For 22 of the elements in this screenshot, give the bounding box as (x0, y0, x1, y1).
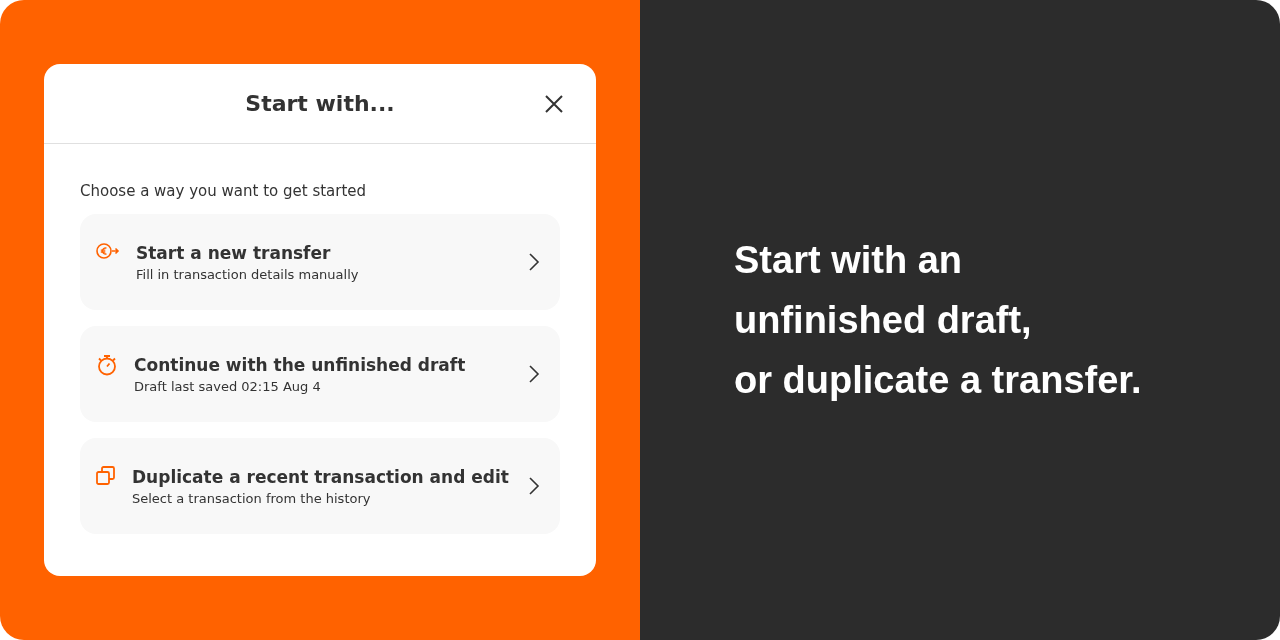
dialog-title: Start with... (245, 91, 395, 116)
option-card[interactable]: Start a new transfer Fill in transaction details manually (80, 214, 560, 310)
option-subtitle: Fill in transaction details manually (136, 266, 360, 282)
chevron-right-icon (528, 252, 540, 272)
close-icon (544, 94, 564, 114)
headline-text: unfinished draft, (734, 298, 1033, 343)
close-button[interactable] (544, 94, 564, 114)
stopwatch-icon (96, 354, 118, 376)
option-title: Duplicate a recent transaction and edit (132, 466, 510, 487)
euro-arrow-icon (96, 242, 120, 260)
option-card[interactable]: Duplicate a recent transaction and edit Select a transaction from the history (80, 438, 560, 534)
option-subtitle: Draft last saved 02:15 Aug 4 (134, 378, 322, 394)
option-card[interactable]: Continue with the unfinished draft Draft last saved 02:15 Aug 4 (80, 326, 560, 422)
copy-icon (96, 466, 116, 486)
chevron-right-icon (528, 476, 540, 496)
headline-text: Start with an (734, 238, 964, 283)
option-title: Continue with the unfinished draft (134, 354, 467, 375)
headline-text: or duplicate a transfer. (734, 358, 1142, 403)
option-title: Start a new transfer (136, 242, 332, 263)
option-subtitle: Select a transaction from the history (132, 490, 372, 506)
prompt-text: Choose a way you want to get started (80, 182, 368, 200)
chevron-right-icon (528, 364, 540, 384)
